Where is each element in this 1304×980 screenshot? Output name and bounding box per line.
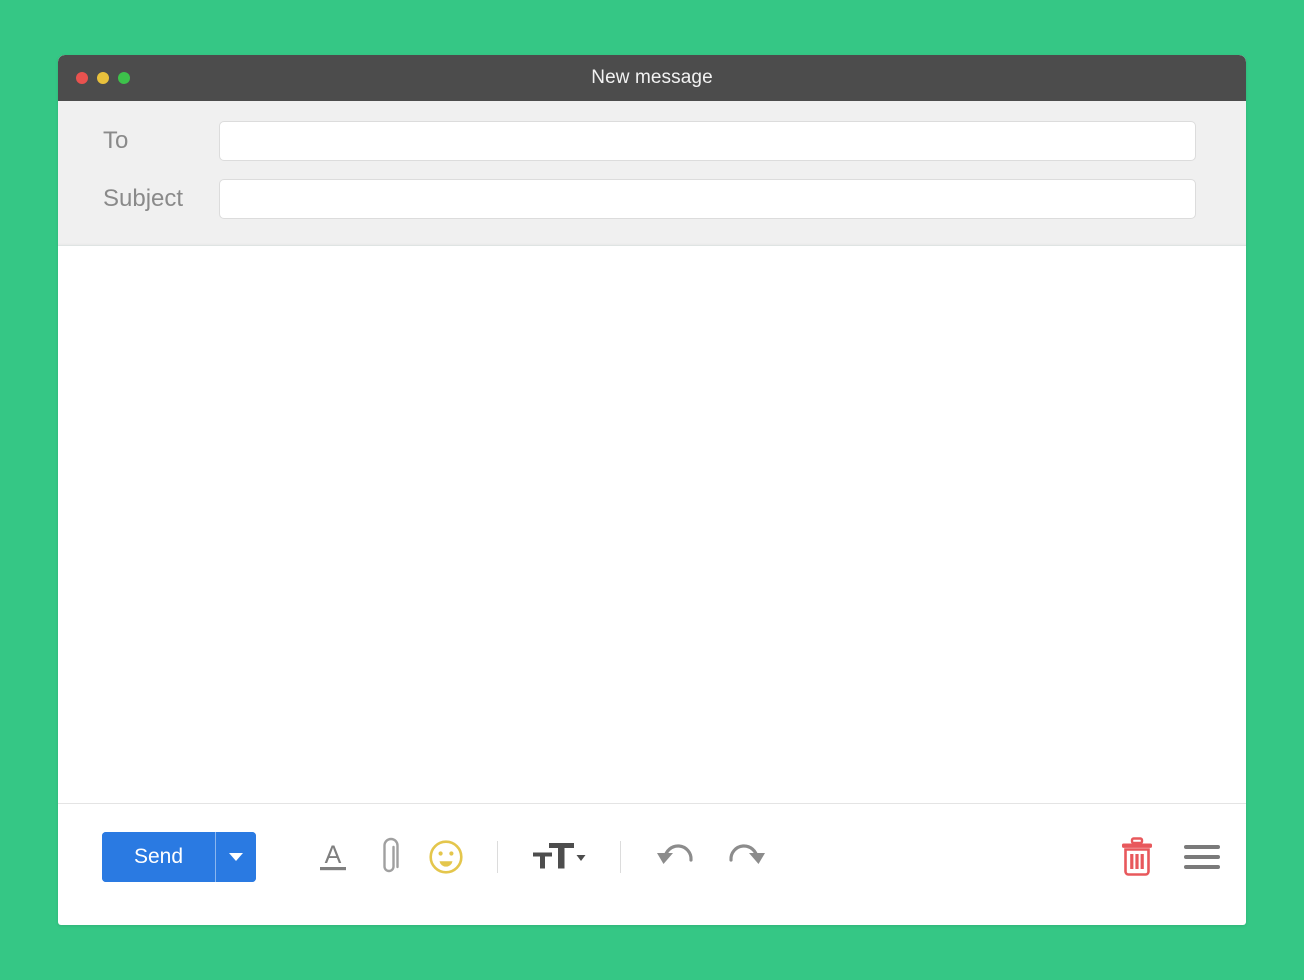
send-split-button: Send [102, 832, 257, 882]
message-body-editor[interactable] [58, 246, 1246, 804]
menu-button[interactable] [1184, 834, 1220, 880]
attachment-button[interactable] [376, 834, 402, 880]
menu-icon [1184, 845, 1220, 869]
send-button[interactable]: Send [102, 832, 216, 882]
to-input[interactable] [219, 121, 1196, 161]
trash-icon [1122, 837, 1152, 876]
font-size-icon [533, 843, 586, 869]
redo-icon [729, 844, 766, 864]
subject-label: Subject [103, 185, 184, 212]
chevron-down-icon [229, 853, 244, 861]
text-color-button[interactable]: A [316, 834, 350, 880]
title-bar: New message [58, 55, 1246, 101]
window-title: New message [591, 67, 713, 88]
toolbar-separator [620, 841, 622, 873]
compose-window: New message To Subject Send A [58, 55, 1246, 925]
subject-input[interactable] [219, 179, 1196, 219]
header-fields: To Subject [58, 101, 1246, 246]
redo-button[interactable] [724, 834, 768, 880]
menu-icon-bar [1184, 855, 1220, 859]
svg-text:A: A [325, 841, 342, 869]
to-label: To [103, 127, 129, 154]
undo-button[interactable] [654, 834, 698, 880]
undo-icon [657, 844, 693, 864]
emoji-icon [429, 840, 463, 874]
emoji-button[interactable] [428, 834, 464, 880]
delete-button[interactable] [1118, 834, 1156, 880]
font-size-button[interactable] [531, 834, 587, 880]
menu-icon-bar [1184, 845, 1220, 849]
attachment-icon [383, 837, 399, 873]
menu-icon-bar [1184, 865, 1220, 869]
subject-field-row: Subject [58, 177, 1246, 221]
text-color-icon: A [320, 841, 347, 871]
to-field-row: To [58, 119, 1246, 163]
toolbar: Send A [58, 804, 1246, 910]
toolbar-separator [497, 841, 499, 873]
toolbar-right-group [1104, 834, 1220, 880]
send-options-button[interactable] [216, 832, 257, 882]
